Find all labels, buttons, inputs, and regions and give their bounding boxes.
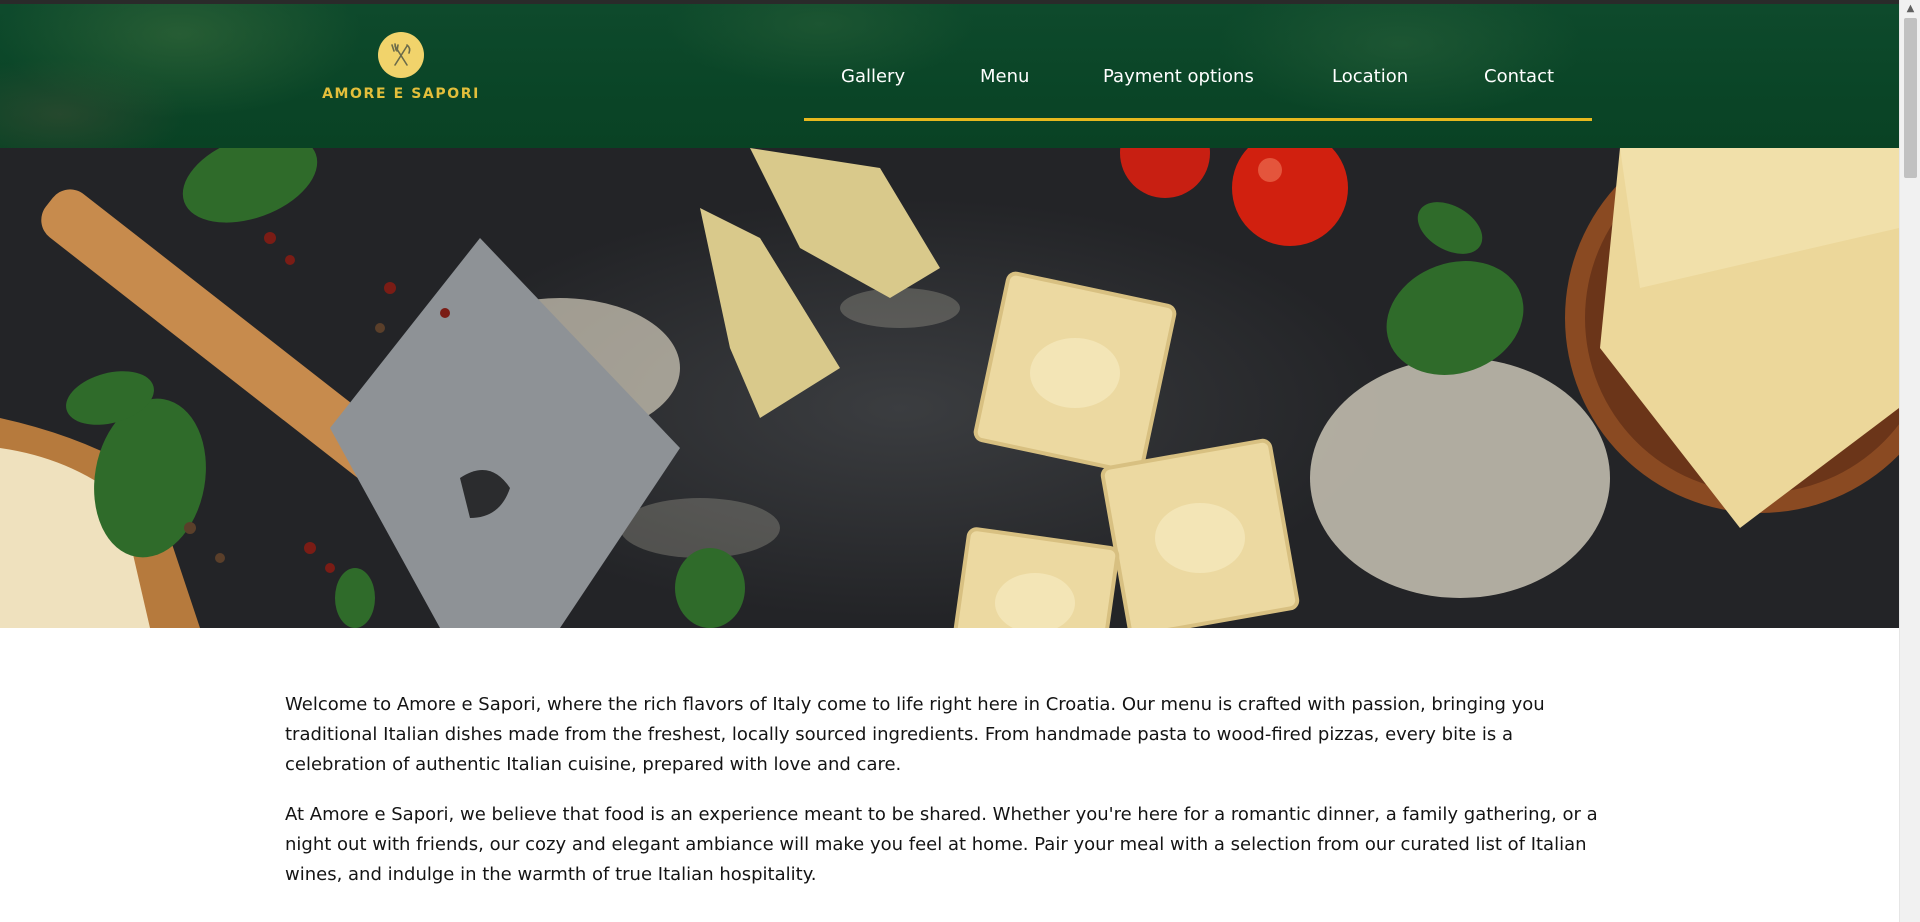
intro-content: Welcome to Amore e Sapori, where the ric… [285,690,1620,910]
nav-gallery[interactable]: Gallery [841,62,905,92]
chevron-up-icon[interactable]: ▲ [1900,0,1920,17]
nav-menu[interactable]: Menu [980,62,1029,92]
nav-contact[interactable]: Contact [1484,62,1554,92]
brand-name: AMORE E SAPORI [322,86,480,102]
nav-location[interactable]: Location [1332,62,1408,92]
page: AMORE E SAPORI Gallery Menu Payment opti… [0,0,1899,922]
page-scrollbar[interactable]: ▲ [1899,0,1920,922]
site-header: AMORE E SAPORI Gallery Menu Payment opti… [0,4,1899,148]
scroll-thumb[interactable] [1904,18,1917,178]
fork-knife-icon [378,32,424,78]
hero-image [0,148,1899,628]
main-nav: Gallery Menu Payment options Location Co… [804,62,1592,98]
nav-payment-options[interactable]: Payment options [1103,62,1254,92]
intro-paragraph-1: Welcome to Amore e Sapori, where the ric… [285,694,1545,775]
nav-underline [804,118,1592,121]
brand-logo[interactable]: AMORE E SAPORI [318,32,484,112]
intro-paragraph-2: At Amore e Sapori, we believe that food … [285,804,1598,885]
